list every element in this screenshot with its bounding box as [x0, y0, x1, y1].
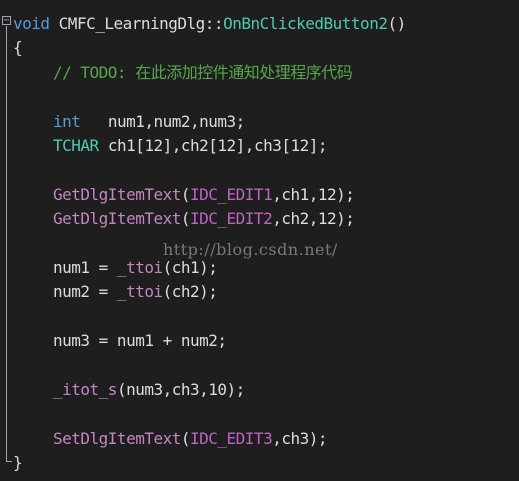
method-name: OnBnClickedButton2 — [223, 14, 388, 33]
code-line-open-brace[interactable]: { — [13, 36, 519, 60]
tchar-vars: ch1[12],ch2[12],ch3[12]; — [107, 135, 328, 155]
open-paren: ( — [180, 209, 191, 229]
itot-s-call: _itot_s — [53, 379, 117, 399]
code-line-signature[interactable]: void CMFC_LearningDlg::OnBnClickedButton… — [13, 12, 519, 36]
call-args: ,ch3); — [272, 428, 327, 448]
collapse-icon[interactable]: − — [2, 15, 11, 25]
fold-guide-line — [6, 26, 7, 462]
code-line-int-decl[interactable]: int num1,num2,num3; — [13, 110, 519, 134]
open-brace: { — [13, 38, 23, 58]
code-line-set[interactable]: SetDlgItemText(IDC_EDIT3,ch3); — [13, 427, 519, 451]
scope-operator: :: — [204, 14, 224, 33]
get-dlg-item-text-call: GetDlgItemText — [53, 209, 181, 229]
watermark-text: http://blog.csdn.net/ — [163, 240, 338, 259]
control-id-macro: IDC_EDIT2 — [190, 209, 273, 229]
code-line-tchar-decl[interactable]: TCHAR ch1[12],ch2[12],ch3[12]; — [13, 134, 519, 158]
class-name: CMFC_LearningDlg — [58, 14, 206, 33]
call-args: (ch1); — [162, 257, 218, 277]
editor-gutter: − — [0, 0, 14, 481]
code-line-blank[interactable] — [13, 402, 519, 426]
fold-guide-end — [6, 461, 12, 462]
ttoi-call: _ttoi — [116, 257, 163, 277]
code-line-assign1[interactable]: num1 = _ttoi(ch1); — [13, 256, 519, 280]
call-args: ,ch1,12); — [272, 184, 355, 204]
call-args: (ch2); — [162, 282, 218, 302]
close-brace: } — [13, 453, 23, 473]
return-type-keyword: void — [13, 14, 50, 33]
code-line-blank[interactable] — [13, 85, 519, 109]
code-line-blank[interactable] — [13, 353, 519, 377]
assign-lhs: num2 = — [53, 282, 117, 302]
code-line-blank[interactable] — [13, 158, 519, 182]
code-line-blank[interactable] — [13, 305, 519, 329]
ttoi-call: _ttoi — [116, 282, 163, 302]
call-args: (num3,ch3,10); — [116, 379, 245, 399]
control-id-macro: IDC_EDIT3 — [190, 428, 273, 448]
control-id-macro: IDC_EDIT1 — [190, 184, 273, 204]
code-line-assign2[interactable]: num2 = _ttoi(ch2); — [13, 280, 519, 304]
tchar-type: TCHAR — [53, 135, 99, 155]
get-dlg-item-text-call: GetDlgItemText — [53, 184, 181, 204]
code-line-comment[interactable]: // TODO: 在此添加控件通知处理程序代码 — [13, 61, 519, 85]
code-line-get2[interactable]: GetDlgItemText(IDC_EDIT2,ch2,12); — [13, 207, 519, 231]
method-params: () — [387, 14, 406, 33]
int-keyword: int — [53, 111, 81, 131]
open-paren: ( — [180, 184, 191, 204]
code-line-itot[interactable]: _itot_s(num3,ch3,10); — [13, 378, 519, 402]
sum-statement: num3 = num1 + num2; — [53, 331, 227, 351]
code-line-close-brace[interactable]: } — [13, 451, 519, 475]
code-editor[interactable]: − void CMFC_LearningDlg::OnBnClickedButt… — [0, 0, 519, 481]
code-line-get1[interactable]: GetDlgItemText(IDC_EDIT1,ch1,12); — [13, 183, 519, 207]
call-args: ,ch2,12); — [272, 209, 355, 229]
open-paren: ( — [180, 428, 191, 448]
assign-lhs: num1 = — [53, 257, 117, 277]
set-dlg-item-text-call: SetDlgItemText — [53, 428, 181, 448]
int-vars: num1,num2,num3; — [107, 111, 246, 131]
todo-comment: // TODO: 在此添加控件通知处理程序代码 — [53, 62, 353, 82]
code-line-sum[interactable]: num3 = num1 + num2; — [13, 329, 519, 353]
